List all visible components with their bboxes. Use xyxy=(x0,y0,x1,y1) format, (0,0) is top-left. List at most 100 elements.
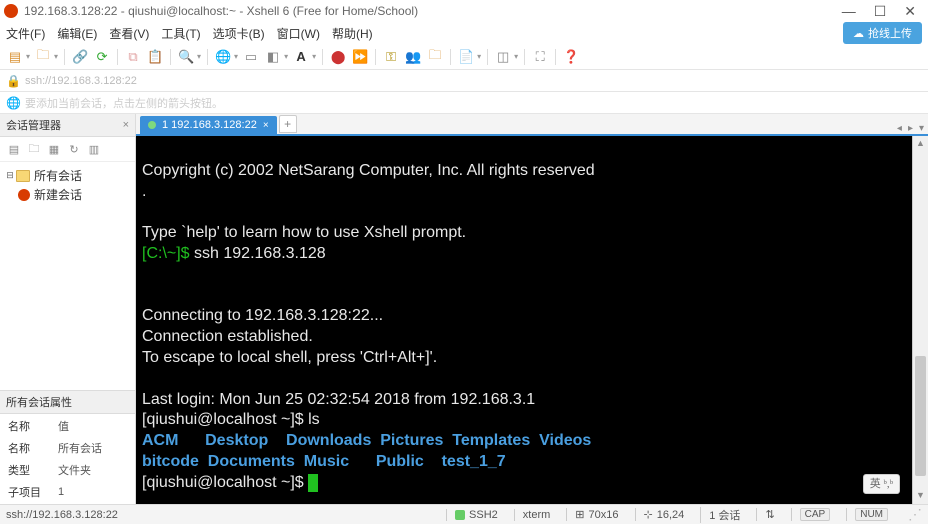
term-ls-row: ACM Desktop Downloads Pictures Templates… xyxy=(142,432,591,449)
app-logo-icon xyxy=(4,4,18,18)
users-icon[interactable]: 👥 xyxy=(404,48,422,66)
scrollbar-vertical[interactable]: ▲ ▼ xyxy=(912,136,928,504)
search-icon[interactable]: 🔍 xyxy=(177,48,195,66)
sidebar-close-icon[interactable]: × xyxy=(123,119,129,131)
globe-icon[interactable]: 🌐 xyxy=(214,48,232,66)
text-icon[interactable]: 📄 xyxy=(457,48,475,66)
status-termtype: xterm xyxy=(514,509,559,521)
minimize-button[interactable]: — xyxy=(842,3,856,20)
tab-close-icon[interactable]: × xyxy=(263,120,269,131)
titlebar: 192.168.3.128:22 - qiushui@localhost:~ -… xyxy=(0,0,928,22)
status-left: ssh://192.168.3.128:22 xyxy=(6,509,438,521)
sidebar-header: 会话管理器 × xyxy=(0,114,135,137)
new-file-icon[interactable]: ▤ xyxy=(6,48,24,66)
term-ls-row: bitcode Documents Music Public test_1_7 xyxy=(142,453,506,470)
status-ssh: SSH2 xyxy=(446,509,506,521)
font-icon[interactable]: A xyxy=(292,48,310,66)
globe-hint-icon: 🌐 xyxy=(6,96,21,110)
menu-tools[interactable]: 工具(T) xyxy=(161,25,200,42)
sidebar: 会话管理器 × ▤ 🗀 ▦ ↻ ▥ ⊟ 所有会话 新建会话 所有会话属性 名称 xyxy=(0,114,136,504)
speed-icon[interactable]: ⏩ xyxy=(351,48,369,66)
sb-prop-icon[interactable]: ▥ xyxy=(86,141,102,157)
term-line: Connecting to 192.168.3.128:22... xyxy=(142,307,383,324)
menu-view[interactable]: 查看(V) xyxy=(109,25,149,42)
cloud-icon: ☁ xyxy=(853,27,864,40)
tab-add-button[interactable]: + xyxy=(279,115,297,133)
status-size: ⊞70x16 xyxy=(566,508,626,521)
status-num: NUM xyxy=(846,508,896,521)
tab-arrow-left-icon[interactable]: ◂ xyxy=(897,123,902,134)
term-line: Copyright (c) 2002 NetSarang Computer, I… xyxy=(142,162,595,179)
collapse-icon[interactable]: ⊟ xyxy=(4,170,16,181)
address-bar[interactable]: 🔒 ssh://192.168.3.128:22 xyxy=(0,70,928,92)
hint-bar: 🌐 要添加当前会话，点击左侧的箭头按钮。 xyxy=(0,92,928,114)
term-blank xyxy=(142,370,146,387)
tab-arrow-right-icon[interactable]: ▸ xyxy=(908,123,913,134)
content-area: 1 192.168.3.128:22 × + ◂ ▸ ▾ Copyright (… xyxy=(136,114,928,504)
palette-icon[interactable]: ◧ xyxy=(264,48,282,66)
record-icon[interactable]: ⬤ xyxy=(329,48,347,66)
session-icon xyxy=(18,189,30,201)
props-h1: 名称 xyxy=(2,416,50,436)
size-icon: ⊞ xyxy=(575,508,584,521)
status-arrows: ⇅ xyxy=(756,508,782,521)
window-buttons: — ☐ ✕ xyxy=(842,3,924,20)
folder2-icon[interactable]: 🗀 xyxy=(426,48,444,66)
sb-refresh-icon[interactable]: ↻ xyxy=(66,141,82,157)
term-prompt-line: [qiushui@localhost ~]$ xyxy=(142,474,308,491)
term-blank xyxy=(142,203,146,220)
term-line: Connection established. xyxy=(142,328,313,345)
sb-new-icon[interactable]: ▤ xyxy=(6,141,22,157)
link-icon[interactable]: 🔗 xyxy=(71,48,89,66)
open-folder-icon[interactable]: 🗀 xyxy=(34,48,52,66)
sb-del-icon[interactable]: ▦ xyxy=(46,141,62,157)
scroll-up-icon[interactable]: ▲ xyxy=(913,136,928,152)
menubar: 文件(F) 编辑(E) 查看(V) 工具(T) 选项卡(B) 窗口(W) 帮助(… xyxy=(0,22,928,44)
menu-window[interactable]: 窗口(W) xyxy=(277,25,320,42)
term-line: To escape to local shell, press 'Ctrl+Al… xyxy=(142,349,437,366)
tree-new-session[interactable]: 新建会话 xyxy=(4,185,131,204)
tree-new-label: 新建会话 xyxy=(34,186,82,203)
window-title: 192.168.3.128:22 - qiushui@localhost:~ -… xyxy=(24,4,842,18)
props-row: 名称所有会话 xyxy=(2,438,133,458)
key-icon[interactable]: ⚿ xyxy=(382,48,400,66)
paste-icon[interactable]: 📋 xyxy=(146,48,164,66)
copy-icon[interactable]: ⧉ xyxy=(124,48,142,66)
close-button[interactable]: ✕ xyxy=(904,3,916,20)
tree-root[interactable]: ⊟ 所有会话 xyxy=(4,166,131,185)
tab-label: 1 192.168.3.128:22 xyxy=(162,119,257,131)
pos-icon: ⊹ xyxy=(644,508,653,521)
term-cmd: ssh 192.168.3.128 xyxy=(194,245,326,262)
props-table: 名称 值 名称所有会话 类型文件夹 子项目1 xyxy=(0,414,135,504)
screen-icon[interactable]: ▭ xyxy=(242,48,260,66)
sidebar-tools: ▤ 🗀 ▦ ↻ ▥ xyxy=(0,137,135,162)
menu-file[interactable]: 文件(F) xyxy=(6,25,45,42)
menu-edit[interactable]: 编辑(E) xyxy=(57,25,97,42)
status-sessions: 1 会话 xyxy=(700,507,748,523)
help-icon[interactable]: ❓ xyxy=(562,48,580,66)
ime-badge[interactable]: 英 ᵇ,ᵇ xyxy=(863,474,900,494)
resize-grip-icon[interactable]: ⋰ xyxy=(904,506,922,523)
menu-tabs[interactable]: 选项卡(B) xyxy=(213,25,265,42)
split-icon[interactable]: ◫ xyxy=(494,48,512,66)
maximize-button[interactable]: ☐ xyxy=(874,3,887,20)
menu-help[interactable]: 帮助(H) xyxy=(332,25,373,42)
props-row: 子项目1 xyxy=(2,482,133,502)
term-blank xyxy=(142,266,146,283)
hint-text: 要添加当前会话，点击左侧的箭头按钮。 xyxy=(25,95,223,111)
reconnect-icon[interactable]: ⟳ xyxy=(93,48,111,66)
sb-open-icon[interactable]: 🗀 xyxy=(26,141,42,157)
ssh-indicator-icon xyxy=(455,510,465,520)
upload-button[interactable]: ☁ 抢线上传 xyxy=(843,22,922,44)
fullscreen-icon[interactable]: ⛶ xyxy=(531,48,549,66)
tab-session-1[interactable]: 1 192.168.3.128:22 × xyxy=(140,116,277,134)
tab-menu-icon[interactable]: ▾ xyxy=(919,123,924,134)
props-title: 所有会话属性 xyxy=(0,390,135,414)
scroll-thumb[interactable] xyxy=(915,356,926,476)
props-header-row: 名称 值 xyxy=(2,416,133,436)
terminal[interactable]: Copyright (c) 2002 NetSarang Computer, I… xyxy=(136,136,928,504)
scroll-down-icon[interactable]: ▼ xyxy=(913,488,928,504)
term-line: Last login: Mon Jun 25 02:32:54 2018 fro… xyxy=(142,391,535,408)
props-h2: 值 xyxy=(52,416,133,436)
status-cap: CAP xyxy=(791,508,839,521)
